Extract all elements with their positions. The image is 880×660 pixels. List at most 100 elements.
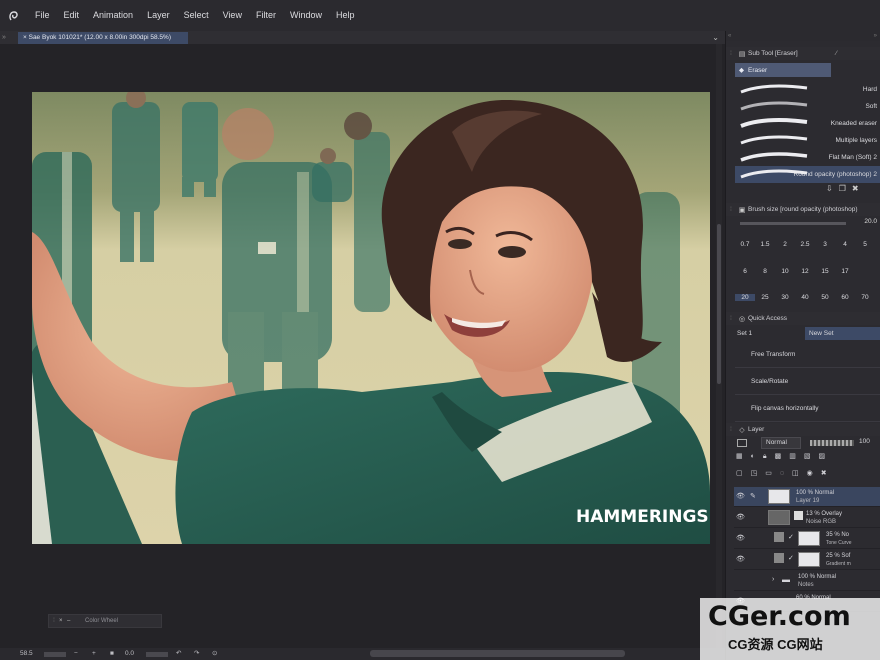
trash-icon[interactable]: ✖ — [852, 184, 865, 193]
layer-color-icon[interactable]: ▨ — [818, 453, 833, 460]
layer-color-icon[interactable] — [737, 439, 747, 447]
brush-item-flat-man-soft-2[interactable]: Flat Man (Soft) 2 — [735, 149, 880, 166]
close-icon[interactable]: × — [59, 618, 67, 624]
rotation-slider[interactable] — [146, 652, 168, 657]
vertical-scrollbar[interactable] — [716, 44, 722, 648]
grip-icon[interactable]: ⁞ — [49, 618, 59, 624]
brush-item-kneaded-eraser[interactable]: Kneaded eraser — [735, 115, 880, 132]
size-preset[interactable]: 1.5 — [755, 241, 775, 248]
menu-view[interactable]: View — [216, 0, 249, 31]
eye-icon[interactable]: 👁︎ — [736, 534, 745, 542]
check-icon[interactable]: ✓ — [788, 554, 794, 562]
layer-row-layer-19[interactable]: 👁︎ ✎ 100 % Normal Layer 19 — [734, 487, 880, 507]
menu-layer[interactable]: Layer — [140, 0, 177, 31]
zoom-value[interactable]: 58.5 — [20, 648, 33, 660]
menu-animation[interactable]: Animation — [86, 0, 140, 31]
expand-icon[interactable]: › — [772, 576, 774, 583]
brush-item-multiple-layers[interactable]: Multiple layers — [735, 132, 880, 149]
menu-help[interactable]: Help — [329, 0, 362, 31]
minimize-icon[interactable]: – — [67, 618, 77, 624]
fit-icon[interactable]: ■ — [110, 648, 114, 660]
size-preset[interactable]: 25 — [755, 294, 775, 301]
brush-size-slider[interactable] — [740, 222, 846, 225]
new-set-tab[interactable]: New Set — [805, 327, 880, 340]
layer-row-tone-curve[interactable]: 👁︎ ✓ 35 % No Tone Curve — [734, 529, 880, 549]
download-icon[interactable]: ⇩ — [826, 184, 839, 193]
brush-size-value[interactable]: 20.0 — [864, 218, 877, 225]
layer-alpha-icon[interactable]: ▩ — [775, 453, 790, 460]
blend-mode-select[interactable]: Normal — [761, 437, 801, 449]
grip-icon[interactable]: ⁞ — [726, 427, 736, 433]
layer-row-gradient-map[interactable]: 👁︎ ✓ 25 % Sof Gradient m — [734, 550, 880, 570]
menu-window[interactable]: Window — [283, 0, 329, 31]
layer-row-notes[interactable]: › ▬ 100 % Normal Notes — [734, 571, 880, 591]
size-preset[interactable]: 4 — [835, 241, 855, 248]
artwork-canvas[interactable]: HAMMERINGS — [32, 92, 710, 544]
brush-item-hard[interactable]: Hard — [735, 81, 880, 98]
grip-icon[interactable]: ⁞ — [726, 207, 736, 213]
size-preset[interactable]: 50 — [815, 294, 835, 301]
size-preset[interactable]: 6 — [735, 268, 755, 275]
merge-icon[interactable]: ◫ — [792, 470, 807, 477]
expand-icon[interactable]: » — [874, 33, 877, 39]
pen-icon[interactable]: ⁄ — [836, 50, 837, 57]
scrollbar-thumb[interactable] — [717, 224, 721, 384]
trash-icon[interactable]: ✖ — [821, 470, 835, 477]
new-raster-icon[interactable]: ▢ — [736, 470, 751, 477]
size-preset[interactable]: 15 — [815, 268, 835, 275]
layer-draft-icon[interactable]: ▥ — [789, 453, 804, 460]
eye-icon[interactable]: 👁︎ — [736, 492, 745, 500]
zoom-out-icon[interactable]: − — [74, 648, 78, 660]
grip-icon[interactable]: ⁞ — [726, 316, 736, 322]
quick-access-free-transform[interactable]: Free Transform — [735, 342, 880, 368]
size-preset[interactable]: 10 — [775, 268, 795, 275]
check-icon[interactable]: ✓ — [788, 533, 794, 541]
zoom-slider[interactable] — [44, 652, 66, 657]
menu-filter[interactable]: Filter — [249, 0, 283, 31]
brush-item-soft[interactable]: Soft — [735, 98, 880, 115]
size-preset[interactable]: 2 — [775, 241, 795, 248]
quick-access-flip-horizontal[interactable]: Flip canvas horizontally — [735, 396, 880, 422]
color-wheel-palette[interactable]: ⁞ × – Color Wheel — [48, 614, 162, 628]
mask-icon[interactable]: ◉ — [807, 470, 821, 477]
chevron-down-icon[interactable]: ⌄ — [712, 31, 719, 44]
canvas-area[interactable]: HAMMERINGS — [0, 44, 725, 648]
brush-item-round-opacity-2[interactable]: Round opacity (photoshop) 2 — [735, 166, 880, 183]
size-preset[interactable]: 3 — [815, 241, 835, 248]
document-tab[interactable]: × Sae Byok 101021* (12.00 x 8.00in 300dp… — [18, 32, 188, 44]
eye-icon[interactable]: 👁︎ — [736, 555, 745, 563]
zoom-in-icon[interactable]: + — [92, 648, 96, 660]
size-preset[interactable]: 8 — [755, 268, 775, 275]
size-preset[interactable]: 60 — [835, 294, 855, 301]
rotate-left-icon[interactable]: ↶ — [176, 648, 181, 660]
menu-file[interactable]: File — [28, 0, 57, 31]
link-icon[interactable]: ◌ — [780, 470, 792, 477]
size-preset[interactable]: 40 — [795, 294, 815, 301]
tab-scroll-icon[interactable]: » — [2, 31, 6, 44]
layer-row-noise-rgb[interactable]: 👁︎ 13 % Overlay Noise RGB — [734, 508, 880, 528]
size-preset[interactable]: 2.5 — [795, 241, 815, 248]
collapse-icon[interactable]: « — [726, 33, 731, 39]
layer-ref-icon[interactable]: ◐ — [751, 453, 763, 460]
size-preset[interactable]: 0.7 — [735, 241, 755, 248]
sub-tool-group-eraser[interactable]: ◆ Eraser — [735, 63, 831, 77]
horizontal-scrollbar[interactable] — [370, 650, 625, 657]
opacity-slider[interactable] — [810, 440, 854, 446]
size-preset[interactable]: 17 — [835, 268, 855, 275]
new-vector-icon[interactable]: ◳ — [751, 470, 766, 477]
size-preset[interactable]: 70 — [855, 294, 875, 301]
reset-rotation-icon[interactable]: ⊙ — [212, 648, 217, 660]
menu-edit[interactable]: Edit — [57, 0, 87, 31]
size-preset-selected[interactable]: 20 — [735, 294, 755, 301]
grip-icon[interactable]: ⁞ — [726, 51, 736, 57]
opacity-value[interactable]: 100 — [859, 438, 870, 445]
layer-lock-icon[interactable]: 🔒︎ — [763, 453, 775, 460]
set-label[interactable]: Set 1 — [735, 330, 752, 337]
copy-icon[interactable]: ❐ — [839, 184, 852, 193]
layer-clip-icon[interactable]: ▦ — [736, 453, 751, 460]
eye-icon[interactable]: 👁︎ — [736, 513, 745, 521]
menu-select[interactable]: Select — [177, 0, 216, 31]
size-preset[interactable]: 5 — [855, 241, 875, 248]
layer-mask-icon[interactable]: ▧ — [804, 453, 819, 460]
quick-access-scale-rotate[interactable]: Scale/Rotate — [735, 369, 880, 395]
